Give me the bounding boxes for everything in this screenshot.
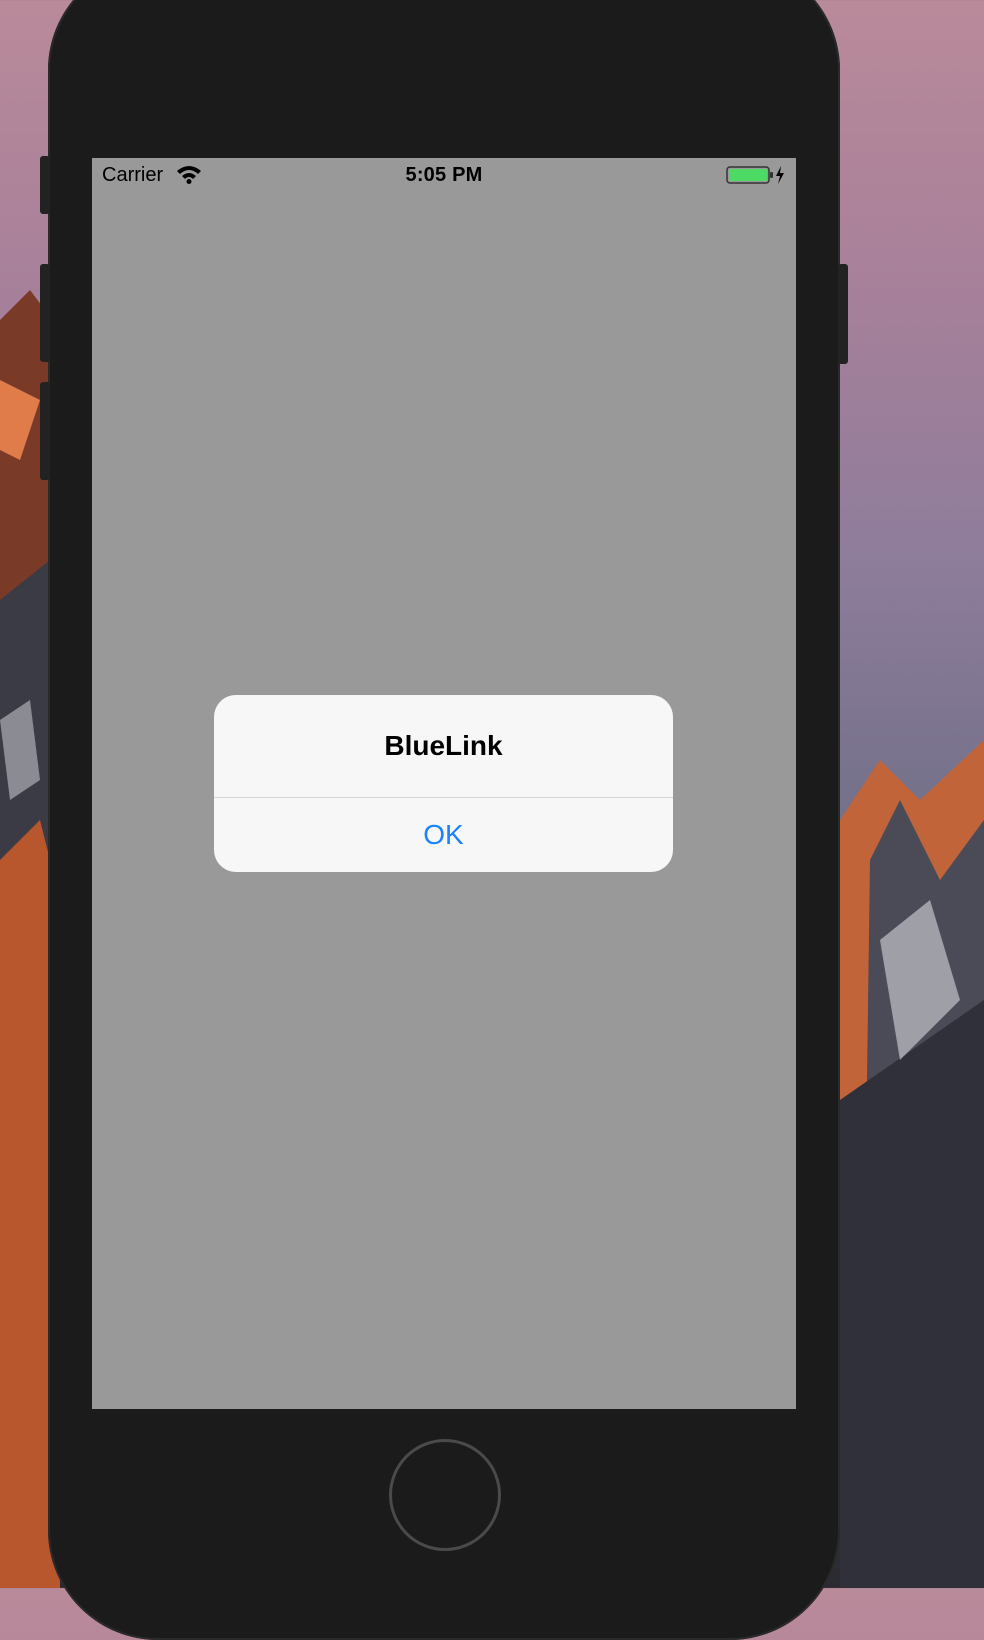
alert-title: BlueLink [384, 730, 503, 761]
power-button [838, 264, 848, 364]
status-bar: Carrier 5:05 PM [92, 158, 796, 194]
phone-screen: Carrier 5:05 PM BlueLink OK [92, 158, 796, 1409]
mute-switch [40, 156, 50, 214]
volume-up-button [40, 264, 50, 362]
volume-down-button [40, 382, 50, 480]
battery-charging-icon [726, 164, 786, 192]
alert-dialog: BlueLink OK [214, 695, 673, 872]
status-time: 5:05 PM [405, 164, 483, 186]
home-button[interactable] [389, 1439, 501, 1551]
ok-button[interactable]: OK [214, 798, 673, 872]
